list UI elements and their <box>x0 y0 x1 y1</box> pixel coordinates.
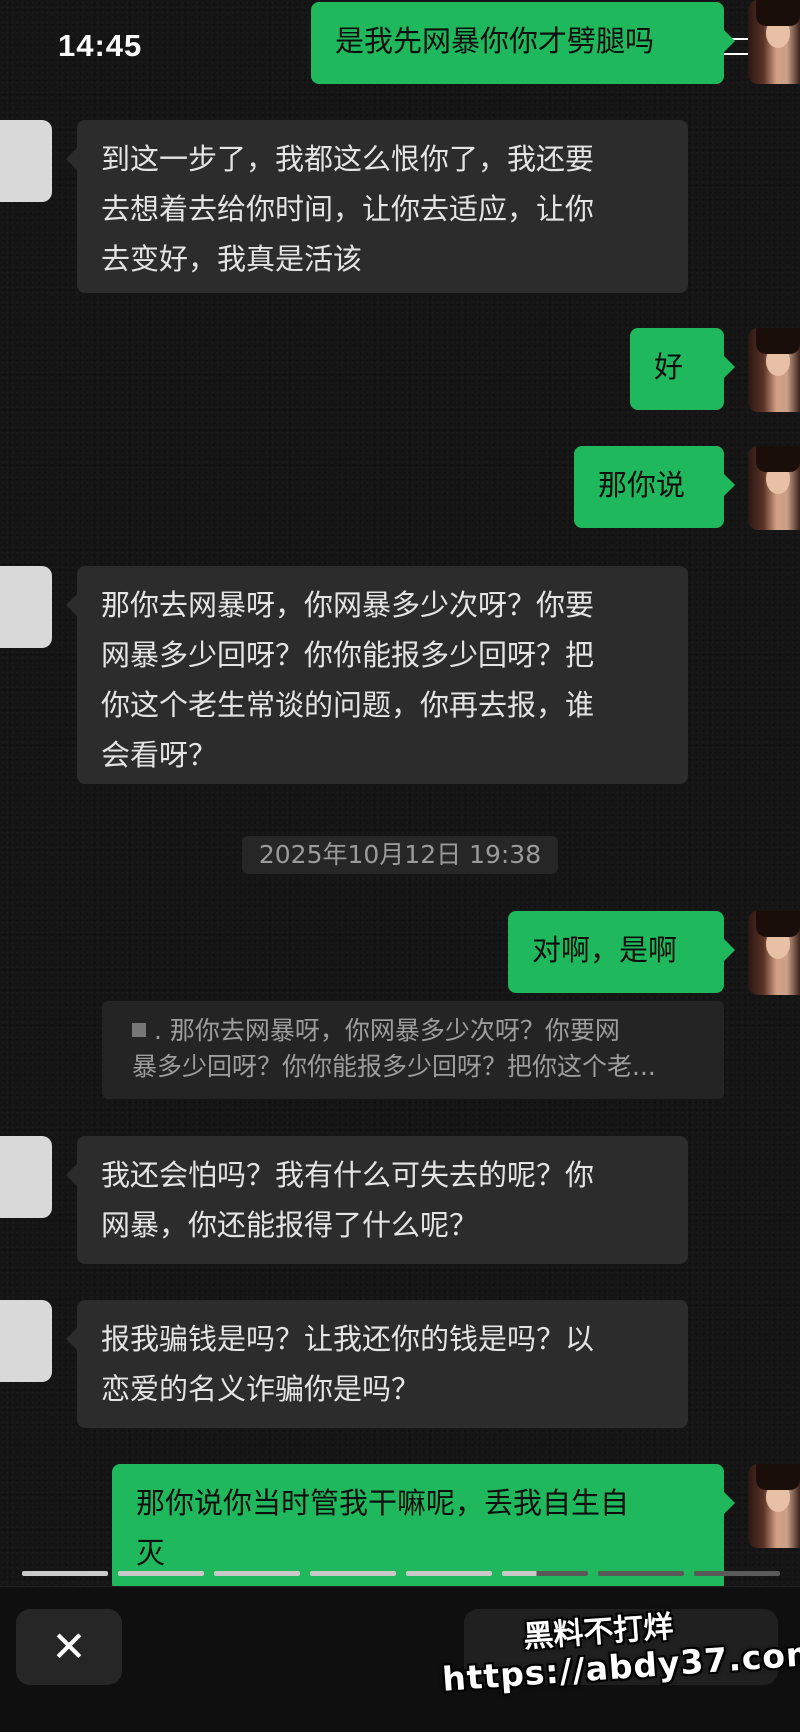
quoted-message[interactable]: . 那你去网暴呀，你网暴多少次呀？你要网 暴多少回呀？你你能报多少回呀？把你这个… <box>102 1001 724 1099</box>
my-avatar[interactable] <box>748 328 800 412</box>
quote-image-icon <box>132 1023 146 1037</box>
my-avatar[interactable] <box>748 0 800 84</box>
my-avatar[interactable] <box>748 1464 800 1548</box>
message-bubble-outgoing[interactable]: 那你说 <box>574 446 735 528</box>
message-bubble-outgoing[interactable]: 对啊，是啊 <box>508 911 735 993</box>
contact-avatar[interactable] <box>0 120 52 202</box>
message-bubble-outgoing[interactable]: 是我先网暴你你才劈腿吗 <box>311 2 735 84</box>
progress-bar <box>22 1571 780 1576</box>
status-time: 14:45 <box>58 28 143 63</box>
timestamp: 2025年10月12日 19:38 <box>242 836 558 874</box>
message-bubble-incoming[interactable]: 到这一步了，我都这么恨你了，我还要 去想着去给你时间，让你去适应，让你 去变好，… <box>66 120 688 293</box>
message-bubble-incoming[interactable]: 我还会怕吗？我有什么可失去的呢？你 网暴，你还能报得了什么呢？ <box>66 1136 688 1264</box>
contact-avatar[interactable] <box>0 566 52 648</box>
contact-avatar[interactable] <box>0 1136 52 1218</box>
message-bubble-incoming[interactable]: 报我骗钱是吗？让我还你的钱是吗？以 恋爱的名义诈骗你是吗？ <box>66 1300 688 1428</box>
my-avatar[interactable] <box>748 446 800 530</box>
contact-avatar[interactable] <box>0 1300 52 1382</box>
message-bubble-outgoing[interactable]: 好 <box>630 328 735 410</box>
message-bubble-incoming[interactable]: 那你去网暴呀，你网暴多少次呀？你要 网暴多少回呀？你你能报多少回呀？把 你这个老… <box>66 566 688 784</box>
my-avatar[interactable] <box>748 911 800 995</box>
close-button[interactable]: ✕ <box>16 1609 122 1685</box>
